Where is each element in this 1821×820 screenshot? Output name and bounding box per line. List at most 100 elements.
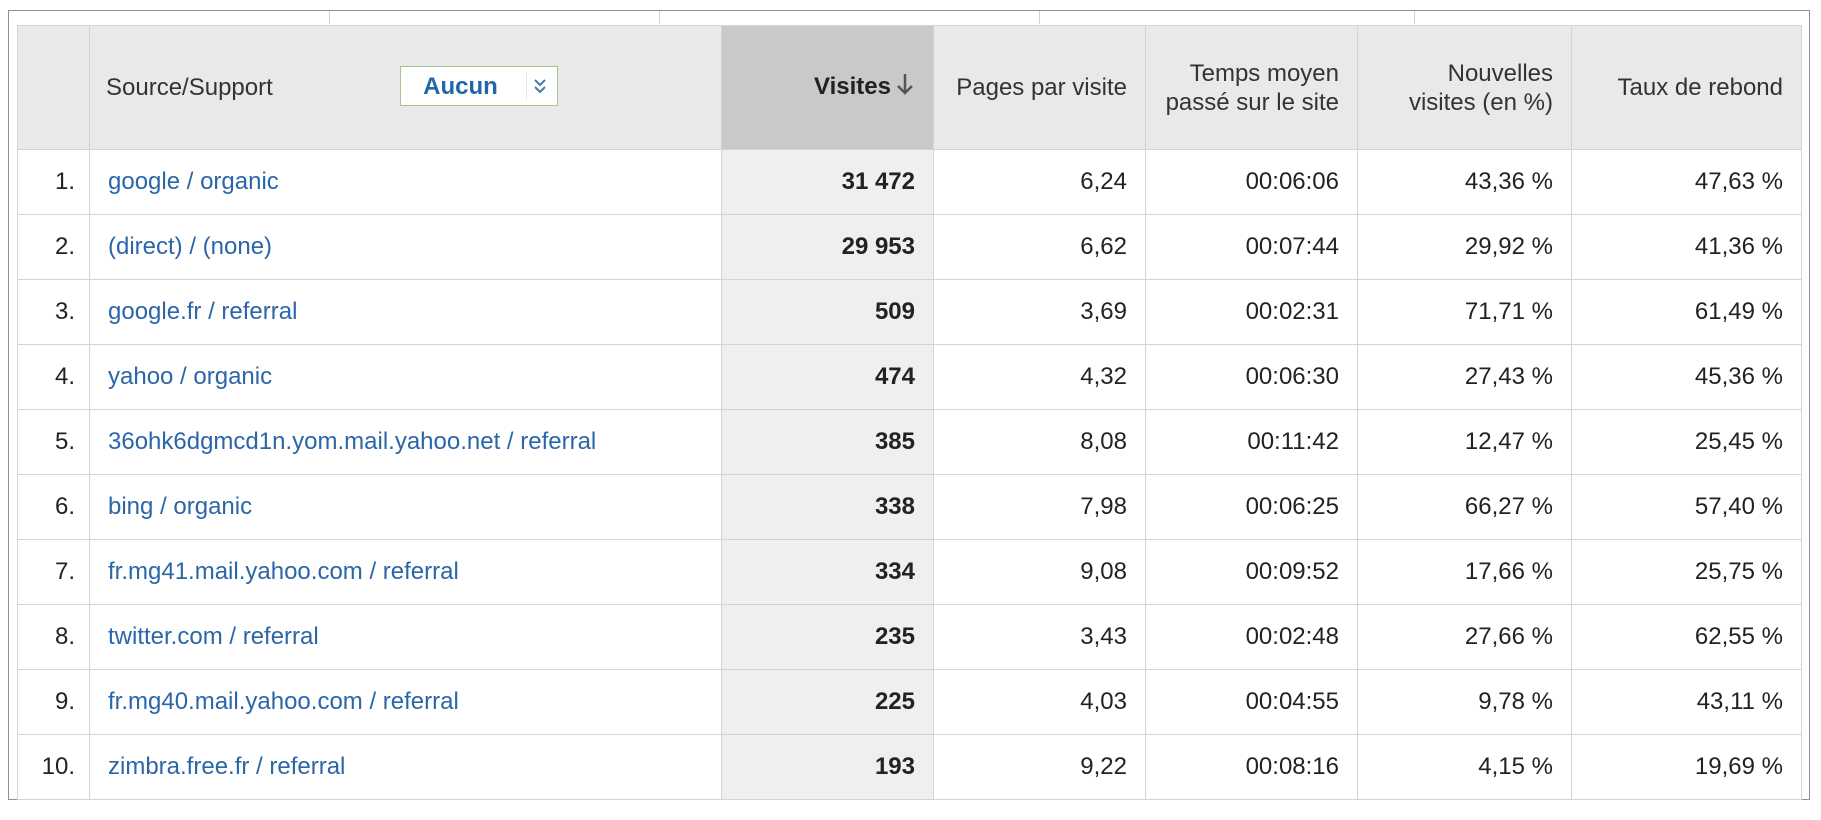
source-link[interactable]: fr.mg41.mail.yahoo.com / referral: [89, 539, 722, 605]
table-row: 4. yahoo / organic 474 4,32 00:06:30 27,43 % 4…: [17, 344, 1802, 410]
table-row: 10. zimbra.free.fr / referral 193 9,22 00:08…: [17, 734, 1802, 800]
row-index: 7.: [17, 539, 90, 605]
row-index: 8.: [17, 604, 90, 670]
table-row: 9. fr.mg40.mail.yahoo.com / referral 225 4,…: [17, 669, 1802, 735]
row-index: 10.: [17, 734, 90, 800]
row-index: 9.: [17, 669, 90, 735]
new-visits-column-header[interactable]: Nouvelles visites (en %): [1357, 25, 1572, 150]
table-row: 7. fr.mg41.mail.yahoo.com / referral 334 9,…: [17, 539, 1802, 605]
source-link[interactable]: fr.mg40.mail.yahoo.com / referral: [89, 669, 722, 735]
new-visits-cell: 43,36 %: [1357, 149, 1572, 215]
table-row: 5. 36ohk6dgmcd1n.yom.mail.yahoo.net / ref…: [17, 409, 1802, 475]
visits-cell: 509: [721, 279, 934, 345]
report-panel: Source/Support Aucun Visites Pages par v…: [8, 10, 1810, 800]
bounce-rate-column-header[interactable]: Taux de rebond: [1571, 25, 1802, 150]
visits-cell: 334: [721, 539, 934, 605]
arrow-down-icon: [895, 71, 915, 104]
bounce-rate-cell: 45,36 %: [1571, 344, 1802, 410]
avg-time-cell: 00:09:52: [1145, 539, 1358, 605]
pages-per-visit-cell: 7,98: [933, 474, 1146, 540]
tab-divider: [659, 11, 660, 24]
table-header-row: Source/Support Aucun Visites Pages par v…: [17, 25, 1802, 150]
tab-divider: [1039, 11, 1040, 24]
new-visits-cell: 9,78 %: [1357, 669, 1572, 735]
avg-time-cell: 00:08:16: [1145, 734, 1358, 800]
bounce-rate-cell: 25,75 %: [1571, 539, 1802, 605]
source-link[interactable]: bing / organic: [89, 474, 722, 540]
pages-per-visit-column-header[interactable]: Pages par visite: [933, 25, 1146, 150]
new-visits-cell: 4,15 %: [1357, 734, 1572, 800]
visits-cell: 31 472: [721, 149, 934, 215]
traffic-sources-table: Source/Support Aucun Visites Pages par v…: [17, 25, 1802, 800]
bounce-rate-cell: 62,55 %: [1571, 604, 1802, 670]
row-index: 6.: [17, 474, 90, 540]
row-index: 2.: [17, 214, 90, 280]
source-link[interactable]: 36ohk6dgmcd1n.yom.mail.yahoo.net / refer…: [89, 409, 722, 475]
secondary-dimension-select[interactable]: Aucun: [400, 66, 558, 106]
new-visits-cell: 12,47 %: [1357, 409, 1572, 475]
row-index: 4.: [17, 344, 90, 410]
bounce-rate-cell: 25,45 %: [1571, 409, 1802, 475]
pages-per-visit-cell: 9,08: [933, 539, 1146, 605]
table-row: 6. bing / organic 338 7,98 00:06:25 66,27 % 57…: [17, 474, 1802, 540]
new-visits-cell: 29,92 %: [1357, 214, 1572, 280]
table-row: 1. google / organic 31 472 6,24 00:06:06 43,3…: [17, 149, 1802, 215]
index-column-header: [17, 25, 90, 150]
source-link[interactable]: google.fr / referral: [89, 279, 722, 345]
source-column-header[interactable]: Source/Support Aucun: [89, 25, 722, 150]
pages-per-visit-cell: 3,69: [933, 279, 1146, 345]
bounce-rate-cell: 43,11 %: [1571, 669, 1802, 735]
pages-per-visit-cell: 9,22: [933, 734, 1146, 800]
avg-time-cell: 00:06:06: [1145, 149, 1358, 215]
pages-per-visit-cell: 4,32: [933, 344, 1146, 410]
row-index: 1.: [17, 149, 90, 215]
avg-time-cell: 00:11:42: [1145, 409, 1358, 475]
visits-cell: 474: [721, 344, 934, 410]
visits-header-label: Visites: [814, 72, 891, 100]
table-row: 2. (direct) / (none) 29 953 6,62 00:07:44 29,…: [17, 214, 1802, 280]
bounce-rate-cell: 47,63 %: [1571, 149, 1802, 215]
secondary-dimension-value: Aucun: [423, 72, 498, 100]
source-link[interactable]: zimbra.free.fr / referral: [89, 734, 722, 800]
pages-per-visit-cell: 3,43: [933, 604, 1146, 670]
visits-cell: 338: [721, 474, 934, 540]
visits-column-header[interactable]: Visites: [721, 25, 934, 150]
tab-divider: [329, 11, 330, 24]
avg-time-cell: 00:04:55: [1145, 669, 1358, 735]
new-visits-cell: 27,43 %: [1357, 344, 1572, 410]
visits-cell: 29 953: [721, 214, 934, 280]
table-row: 3. google.fr / referral 509 3,69 00:02:31 71,…: [17, 279, 1802, 345]
visits-cell: 385: [721, 409, 934, 475]
visits-cell: 193: [721, 734, 934, 800]
tab-divider: [1414, 11, 1415, 24]
new-visits-cell: 27,66 %: [1357, 604, 1572, 670]
chevron-double-down-icon[interactable]: [526, 72, 553, 100]
avg-time-cell: 00:07:44: [1145, 214, 1358, 280]
avg-time-cell: 00:02:48: [1145, 604, 1358, 670]
source-support-label: Source/Support: [106, 74, 273, 101]
pages-per-visit-cell: 8,08: [933, 409, 1146, 475]
source-link[interactable]: (direct) / (none): [89, 214, 722, 280]
source-link[interactable]: yahoo / organic: [89, 344, 722, 410]
source-link[interactable]: twitter.com / referral: [89, 604, 722, 670]
avg-time-cell: 00:02:31: [1145, 279, 1358, 345]
pages-per-visit-cell: 4,03: [933, 669, 1146, 735]
table-row: 8. twitter.com / referral 235 3,43 00:02:48 2…: [17, 604, 1802, 670]
bounce-rate-cell: 57,40 %: [1571, 474, 1802, 540]
visits-cell: 225: [721, 669, 934, 735]
source-link[interactable]: google / organic: [89, 149, 722, 215]
bounce-rate-cell: 19,69 %: [1571, 734, 1802, 800]
pages-per-visit-cell: 6,24: [933, 149, 1146, 215]
pages-per-visit-cell: 6,62: [933, 214, 1146, 280]
bounce-rate-cell: 41,36 %: [1571, 214, 1802, 280]
tab-strip: [9, 11, 1809, 24]
new-visits-cell: 71,71 %: [1357, 279, 1572, 345]
new-visits-cell: 17,66 %: [1357, 539, 1572, 605]
new-visits-cell: 66,27 %: [1357, 474, 1572, 540]
visits-cell: 235: [721, 604, 934, 670]
avg-time-cell: 00:06:30: [1145, 344, 1358, 410]
avg-time-cell: 00:06:25: [1145, 474, 1358, 540]
row-index: 3.: [17, 279, 90, 345]
bounce-rate-cell: 61,49 %: [1571, 279, 1802, 345]
avg-time-column-header[interactable]: Temps moyen passé sur le site: [1145, 25, 1358, 150]
